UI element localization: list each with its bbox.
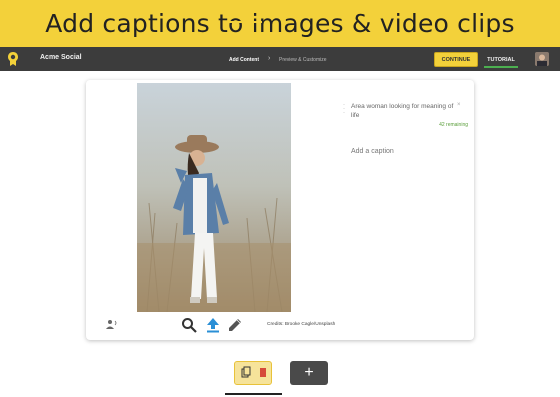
pencil-icon[interactable] (227, 317, 243, 333)
upload-icon[interactable] (206, 317, 220, 333)
continue-button[interactable]: CONTINUE (434, 52, 478, 67)
add-clip-button[interactable]: + (290, 361, 328, 385)
avatar[interactable] (535, 52, 549, 66)
app-name: Acme Social (40, 54, 82, 61)
tutorial-underline (484, 66, 518, 68)
voice-icon[interactable] (106, 319, 118, 329)
drag-handle-icon[interactable]: · · · (343, 102, 345, 116)
characters-remaining: 42 remaining (439, 122, 468, 128)
tutorial-button[interactable]: TUTORIAL (482, 53, 520, 66)
logo-icon[interactable] (8, 52, 18, 66)
search-icon[interactable] (181, 317, 197, 333)
image-credits: Credits: Brooke Cagle/Unsplash (267, 322, 336, 327)
step-preview-customize[interactable]: Preview & Customize (279, 57, 327, 63)
add-caption-field[interactable]: Add a caption (351, 148, 394, 155)
selected-clip-indicator (225, 393, 282, 395)
banner-title: Add captions to images & video clips (45, 9, 515, 38)
chevron-right-icon: › (268, 55, 271, 62)
content-image[interactable] (137, 83, 291, 312)
active-step-underline (228, 21, 262, 23)
close-icon[interactable]: × (457, 102, 461, 108)
clip-thumbnail[interactable] (234, 361, 272, 385)
step-add-content[interactable]: Add Content (229, 57, 259, 63)
caption-text-field[interactable]: Area woman looking for meaning of life (351, 102, 461, 120)
hero-banner: Add captions to images & video clips (0, 0, 560, 47)
